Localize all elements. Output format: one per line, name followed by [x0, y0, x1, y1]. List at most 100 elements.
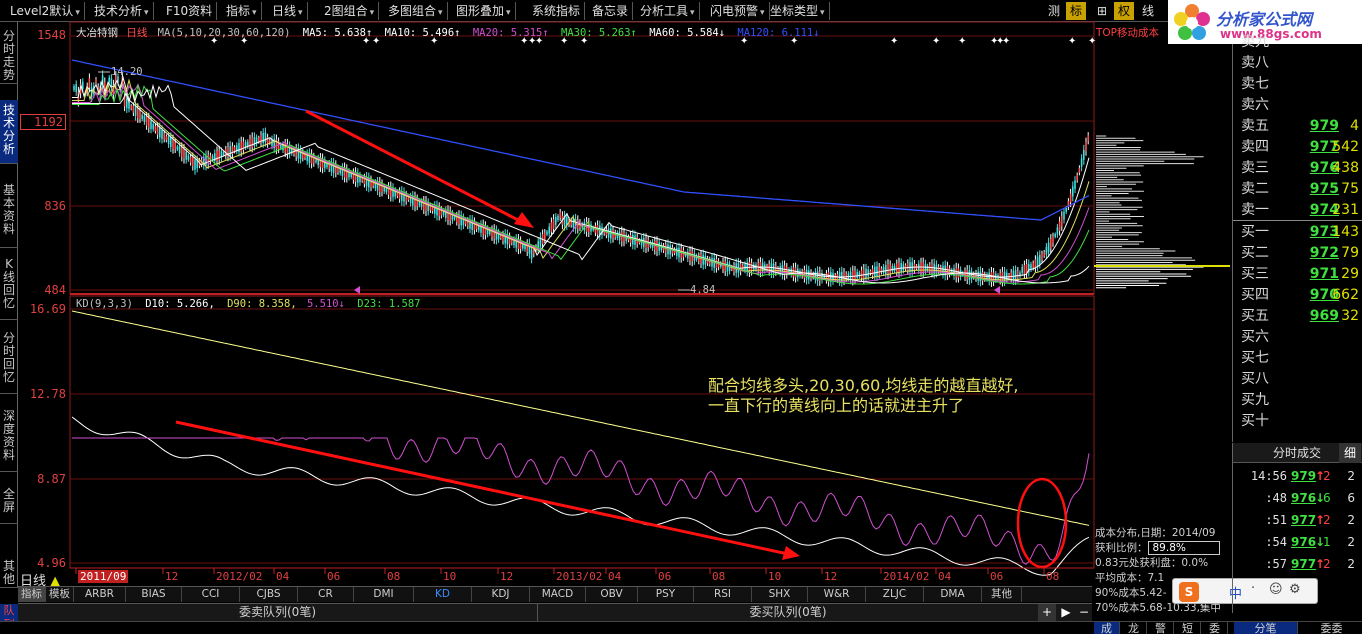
bottom-tab-left[interactable]: 警	[1148, 622, 1174, 634]
kd-y-label-2: 12.78	[29, 387, 66, 401]
candle-body	[189, 156, 192, 163]
candle-body	[816, 271, 819, 282]
indicator-tab[interactable]: CJBS	[240, 587, 298, 602]
candle-body	[550, 222, 553, 232]
candle-body	[264, 132, 267, 142]
moving-average-lines	[71, 59, 1090, 285]
bottom-tab-left[interactable]: 成	[1094, 622, 1120, 634]
indicator-tab[interactable]: ARBR	[74, 587, 126, 602]
trade-price: 977	[1291, 557, 1317, 571]
bottom-tab-left[interactable]: 委	[1202, 622, 1228, 634]
bottom-tab-left[interactable]: 短	[1175, 622, 1201, 634]
indicator-tab[interactable]: DMA	[924, 587, 982, 602]
signal-star: ✦	[1002, 36, 1010, 47]
trade-price: 976	[1291, 491, 1317, 505]
indicator-tab-bar: 指标 模板 ARBR BIAS CCI CJBS CR DMI KD KDJ MACD OBV PSY R…	[18, 586, 1092, 602]
candle-body	[95, 79, 97, 84]
indicator-tab[interactable]: DMI	[354, 587, 414, 602]
candle-body	[1072, 186, 1074, 197]
ask-price[interactable]: 975	[1297, 179, 1339, 200]
kd-lines	[71, 310, 1090, 576]
candle-body	[187, 155, 190, 160]
bid-price[interactable]: 969	[1297, 306, 1339, 327]
candle-body	[170, 137, 172, 148]
bid-row: 买七	[1233, 348, 1362, 369]
candle-body	[546, 231, 548, 235]
candle-body	[867, 269, 869, 277]
indicator-tab[interactable]: KDJ	[472, 587, 530, 602]
bid-label: 买九	[1241, 392, 1269, 408]
indicator-tab[interactable]: ZLJC	[866, 587, 924, 602]
top-cost-label: TOP移动成本	[1096, 27, 1160, 39]
indicator-tab[interactable]: RSI	[694, 587, 752, 602]
ask-volume: 542	[1332, 139, 1359, 155]
candle-body	[159, 127, 161, 138]
indicator-tab[interactable]: KD	[414, 587, 472, 602]
candle-body	[1085, 142, 1087, 152]
trade-qty: 2	[1323, 557, 1331, 571]
ask-label: 卖四	[1241, 139, 1269, 155]
annotation-circle	[1016, 477, 1068, 569]
bid-price[interactable]: 972	[1297, 243, 1339, 264]
kd-magenta-line	[72, 437, 1090, 565]
candle-body	[172, 139, 174, 149]
indicator-tab[interactable]: CCI	[182, 587, 240, 602]
ask-price[interactable]: 979	[1297, 116, 1339, 137]
indicator-tab[interactable]: OBV	[586, 587, 638, 602]
ask-row: 卖七	[1233, 74, 1362, 95]
main-chart-frame	[69, 21, 1095, 295]
indicator-tab[interactable]: SHX	[752, 587, 808, 602]
bottom-tab-right[interactable]: 委委	[1300, 622, 1362, 634]
candle-body	[174, 142, 176, 150]
indicator-tab[interactable]: 其他	[982, 587, 1022, 602]
bid-row: 买八	[1233, 369, 1362, 390]
candle-body	[1039, 254, 1041, 264]
bid-row: 买十	[1233, 411, 1362, 432]
indicator-tab[interactable]: BIAS	[126, 587, 182, 602]
ma120-value: MA120: 6.111↓	[737, 27, 820, 39]
candle-body	[544, 232, 546, 240]
candle-body	[1012, 270, 1015, 281]
indicator-tab[interactable]: 指标	[18, 587, 46, 602]
candle-body	[361, 178, 363, 182]
candle-body	[955, 267, 957, 278]
trade-row: 14:56 979 ↑ 2 2	[1233, 465, 1362, 487]
detail-button[interactable]: 细	[1339, 443, 1361, 463]
kd-d10: D10: 5.266,	[145, 298, 215, 310]
add-icon[interactable]: +	[1038, 604, 1056, 621]
indicator-tab[interactable]: CR	[298, 587, 354, 602]
candle-body	[108, 77, 110, 83]
ask-label: 卖八	[1241, 55, 1269, 71]
ma30-value: MA30: 5.263↑	[561, 27, 637, 39]
candle-body	[152, 124, 154, 130]
x-label: 12	[500, 570, 514, 583]
bid-label: 买十	[1241, 413, 1269, 429]
indicator-tab[interactable]: MACD	[530, 587, 586, 602]
bid-price[interactable]: 971	[1297, 264, 1339, 285]
x-label: 2014/02	[883, 570, 930, 583]
indicator-tab[interactable]: PSY	[638, 587, 694, 602]
profit-at-price: 0.83元处获利盘：0.0%	[1095, 557, 1209, 569]
sell-queue-label: 委卖队列(0笔)	[18, 604, 538, 621]
x-label: 08	[387, 570, 401, 583]
trade-volume: 2	[1347, 535, 1355, 549]
bid-volume: 662	[1332, 287, 1359, 303]
candle-body	[854, 270, 856, 280]
ask-row: 卖九	[1233, 32, 1362, 53]
indicator-tab[interactable]: W&R	[808, 587, 866, 602]
ask-label: 卖九	[1241, 34, 1269, 50]
candle-body	[805, 269, 808, 280]
bid-label: 买六	[1241, 329, 1269, 345]
minus-icon[interactable]: −	[1076, 604, 1092, 621]
bottom-tab-right[interactable]: 分笔	[1234, 622, 1298, 634]
candle-body	[75, 84, 77, 92]
trade-time: :51	[1265, 513, 1287, 527]
annotation-note-line2: 一直下行的黄线向上的话就进主升了	[708, 396, 965, 415]
annotation-note: 配合均线多头,20,30,60,均线走的越直越好, 一直下行的黄线向上的话就进主…	[708, 376, 1019, 416]
indicator-tab[interactable]: 模板	[46, 587, 74, 602]
play-icon[interactable]: ▶	[1058, 604, 1074, 621]
candle-body	[1056, 227, 1059, 235]
bid-volume: 32	[1341, 308, 1359, 324]
bottom-tab-left[interactable]: 龙	[1121, 622, 1147, 634]
candle-body	[1034, 259, 1037, 268]
